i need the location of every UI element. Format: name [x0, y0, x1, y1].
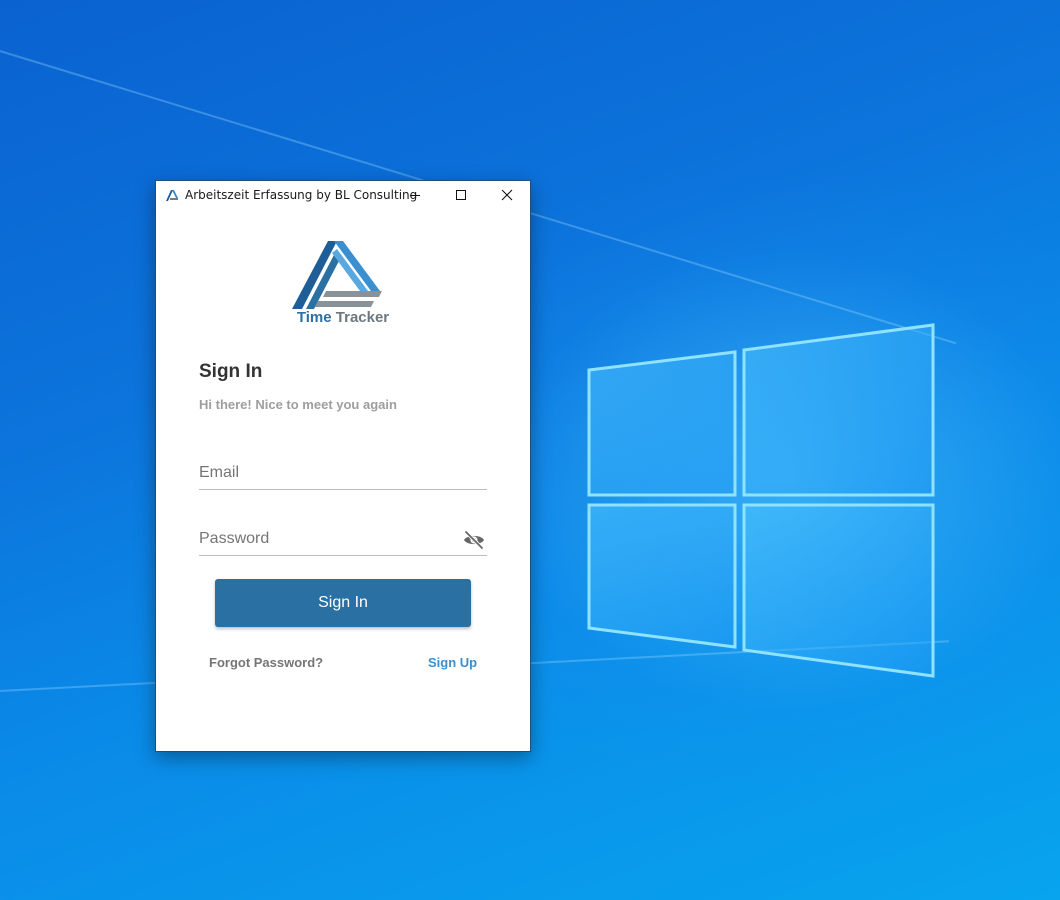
greeting-text: Hi there! Nice to meet you again: [199, 397, 397, 412]
forgot-password-link[interactable]: Forgot Password?: [209, 655, 323, 670]
password-input[interactable]: [199, 527, 449, 551]
logo-text: Time Tracker: [156, 309, 530, 326]
app-window: Arbeitszeit Erfassung by BL Consulting T…: [155, 180, 531, 752]
close-button[interactable]: [484, 181, 530, 209]
sign-in-button[interactable]: Sign In: [215, 579, 471, 627]
email-field: [199, 459, 487, 490]
logo-word-tracker: Tracker: [335, 309, 390, 326]
title-bar[interactable]: Arbeitszeit Erfassung by BL Consulting: [156, 181, 530, 209]
email-input[interactable]: [199, 461, 449, 485]
sign-up-link[interactable]: Sign Up: [428, 655, 477, 670]
maximize-button[interactable]: [438, 181, 484, 209]
eye-off-icon[interactable]: [462, 528, 486, 552]
maximize-icon: [456, 190, 466, 200]
close-icon: [501, 189, 513, 201]
window-title: Arbeitszeit Erfassung by BL Consulting: [185, 188, 418, 202]
app-icon: [166, 190, 178, 201]
logo-word-time: Time: [296, 309, 332, 326]
password-field: [199, 525, 487, 556]
minimize-icon: [410, 195, 420, 196]
minimize-button[interactable]: [392, 181, 438, 209]
page-title: Sign In: [199, 361, 263, 382]
